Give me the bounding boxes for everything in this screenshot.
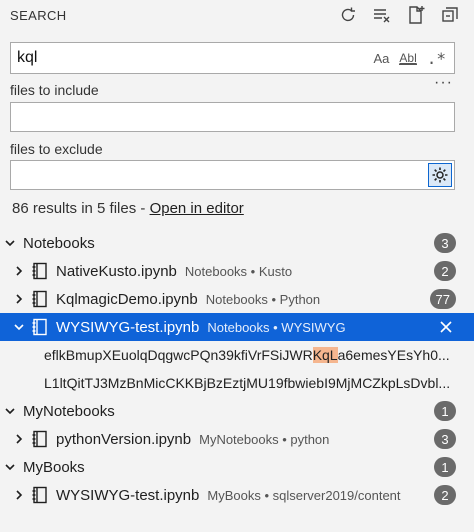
folder-row-notebooks[interactable]: Notebooks 3 <box>0 229 474 257</box>
notebook-icon <box>32 290 48 308</box>
match-count-badge: 3 <box>434 233 456 253</box>
open-in-editor-link[interactable]: Open in editor <box>150 200 244 217</box>
file-path: Notebooks • Python <box>205 291 321 307</box>
match-prefix: eflkBmupXEuolqDqgwcPQn39kfiVrFSiJWR <box>44 347 313 363</box>
panel-title: SEARCH <box>10 7 67 23</box>
file-name: WYSIWYG-test.ipynb <box>56 318 200 336</box>
header-actions <box>338 5 464 25</box>
folder-name: Notebooks <box>23 234 95 252</box>
toggle-search-details-icon[interactable]: ··· <box>434 74 453 92</box>
match-highlight: KqL <box>312 347 338 363</box>
match-text: L1ltQitTJ3MzBnMicCKKBjBzEztjMU19fbwiebI9… <box>44 375 451 391</box>
files-to-exclude-input[interactable] <box>11 161 454 189</box>
search-box: Aa Abl .* <box>10 42 455 74</box>
results-tree: Notebooks 3 NativeKusto.ipynb Notebooks … <box>0 229 474 509</box>
file-name: NativeKusto.ipynb <box>56 262 177 280</box>
regex-toggle[interactable]: .* <box>427 49 446 68</box>
search-options: Aa Abl .* <box>373 49 454 68</box>
files-to-include-label: files to include <box>10 82 99 98</box>
folder-row-mynotebooks[interactable]: MyNotebooks 1 <box>0 397 474 425</box>
dismiss-close-icon[interactable] <box>438 319 454 335</box>
file-name: KqlmagicDemo.ipynb <box>56 290 198 308</box>
match-count-badge: 1 <box>434 457 456 477</box>
chevron-right-icon <box>12 292 26 306</box>
file-row-pythonversion[interactable]: pythonVersion.ipynb MyNotebooks • python… <box>0 425 474 453</box>
file-path: MyNotebooks • python <box>199 431 330 447</box>
notebook-icon <box>32 318 48 336</box>
match-suffix: a6emesYEsYh0... <box>337 347 450 363</box>
files-to-exclude-box <box>10 160 455 190</box>
notebook-icon <box>32 430 48 448</box>
match-count-badge: 77 <box>429 289 456 309</box>
chevron-right-icon <box>12 264 26 278</box>
file-row-nativekusto[interactable]: NativeKusto.ipynb Notebooks • Kusto 2 <box>0 257 474 285</box>
chevron-down-icon <box>3 460 17 474</box>
file-row-kqlmagicdemo[interactable]: KqlmagicDemo.ipynb Notebooks • Python 77 <box>0 285 474 313</box>
match-line[interactable]: eflkBmupXEuolqDqgwcPQn39kfiVrFSiJWR KqL a6… <box>0 341 474 369</box>
folder-name: MyBooks <box>23 458 85 476</box>
files-to-exclude-label: files to exclude <box>10 141 103 157</box>
file-path: Notebooks • WYSIWYG <box>207 319 346 335</box>
use-exclude-settings-toggle[interactable] <box>428 163 452 187</box>
file-row-wysiwyg-test[interactable]: WYSIWYG-test.ipynb Notebooks • WYSIWYG <box>0 313 474 341</box>
folder-row-mybooks[interactable]: MyBooks 1 <box>0 453 474 481</box>
match-whole-word-toggle[interactable]: Abl <box>399 52 417 65</box>
refresh-icon[interactable] <box>338 5 358 25</box>
folder-name: MyNotebooks <box>23 402 115 420</box>
chevron-right-icon <box>12 432 26 446</box>
match-line[interactable]: L1ltQitTJ3MzBnMicCKKBjBzEztjMU19fbwiebI9… <box>0 369 474 397</box>
match-count-badge: 1 <box>434 401 456 421</box>
file-name: WYSIWYG-test.ipynb <box>56 486 200 504</box>
chevron-down-icon <box>3 236 17 250</box>
match-count-badge: 3 <box>434 429 456 449</box>
match-case-toggle[interactable]: Aa <box>373 51 389 66</box>
clear-results-icon[interactable] <box>372 5 392 25</box>
results-summary: 86 results in 5 files - Open in editor <box>12 200 244 217</box>
search-input[interactable] <box>11 43 374 73</box>
notebook-icon <box>32 262 48 280</box>
file-row-mybooks-wysiwyg-test[interactable]: WYSIWYG-test.ipynb MyBooks • sqlserver20… <box>0 481 474 509</box>
file-name: pythonVersion.ipynb <box>56 430 192 448</box>
notebook-icon <box>32 486 48 504</box>
files-to-include-input[interactable] <box>10 102 455 132</box>
search-header: SEARCH <box>0 0 474 30</box>
match-count-badge: 2 <box>434 261 456 281</box>
match-count-badge: 2 <box>434 485 456 505</box>
chevron-down-icon <box>3 404 17 418</box>
file-path: Notebooks • Kusto <box>184 263 293 279</box>
collapse-all-icon[interactable] <box>440 5 460 25</box>
results-count-text: 86 results in 5 files - <box>12 200 150 217</box>
chevron-right-icon <box>12 488 26 502</box>
gear-icon <box>432 167 448 183</box>
chevron-down-icon <box>12 320 26 334</box>
file-path: MyBooks • sqlserver2019/content <box>207 487 401 503</box>
new-search-editor-icon[interactable] <box>406 5 426 25</box>
